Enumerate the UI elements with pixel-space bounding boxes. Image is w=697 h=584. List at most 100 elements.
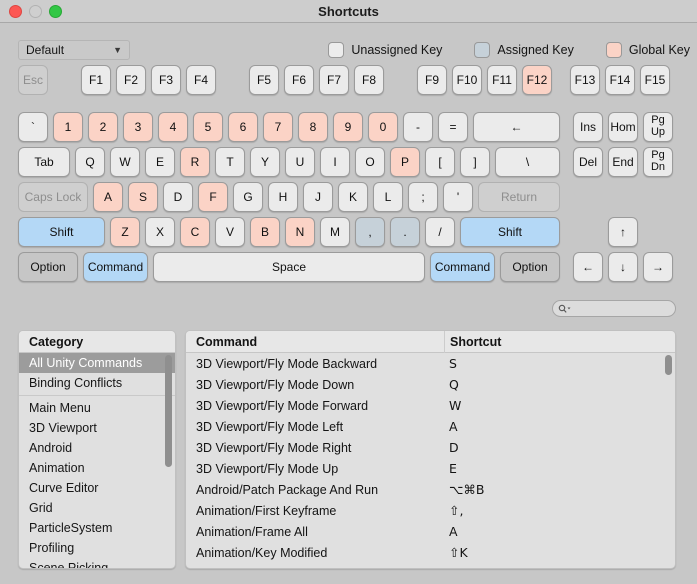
key-f13[interactable]: F13 — [570, 65, 600, 95]
key-7[interactable]: 7 — [263, 112, 293, 142]
key-arrow-left[interactable]: ← — [573, 252, 603, 282]
key-f9[interactable]: F9 — [417, 65, 447, 95]
key-ins[interactable]: Ins — [573, 112, 603, 142]
category-item-all-unity-commands[interactable]: All Unity Commands — [19, 353, 175, 373]
key-semicolon[interactable]: ; — [408, 182, 438, 212]
key-comma[interactable]: , — [355, 217, 385, 247]
table-row[interactable]: Animation/Key Modified⇧K — [186, 542, 675, 563]
key-c[interactable]: C — [180, 217, 210, 247]
key-f12[interactable]: F12 — [522, 65, 552, 95]
category-item-curve-editor[interactable]: Curve Editor — [19, 478, 175, 498]
key-q[interactable]: Q — [75, 147, 105, 177]
key-a[interactable]: A — [93, 182, 123, 212]
category-item-profiling[interactable]: Profiling — [19, 538, 175, 558]
key-j[interactable]: J — [303, 182, 333, 212]
key-minus[interactable]: - — [403, 112, 433, 142]
key-equals[interactable]: = — [438, 112, 468, 142]
key-r[interactable]: R — [180, 147, 210, 177]
key-m[interactable]: M — [320, 217, 350, 247]
key-w[interactable]: W — [110, 147, 140, 177]
key-o[interactable]: O — [355, 147, 385, 177]
key-h[interactable]: H — [268, 182, 298, 212]
key-f15[interactable]: F15 — [640, 65, 670, 95]
key-l[interactable]: L — [373, 182, 403, 212]
key-option[interactable]: Option — [18, 252, 78, 282]
search-field[interactable] — [552, 300, 676, 317]
key-f[interactable]: F — [198, 182, 228, 212]
key-z[interactable]: Z — [110, 217, 140, 247]
category-item-grid[interactable]: Grid — [19, 498, 175, 518]
category-item-main-menu[interactable]: Main Menu — [19, 398, 175, 418]
table-row[interactable]: Animation/First Keyframe⇧, — [186, 500, 675, 521]
category-item-particlesystem[interactable]: ParticleSystem — [19, 518, 175, 538]
table-row[interactable]: 3D Viewport/Fly Mode BackwardS — [186, 353, 675, 374]
table-row[interactable]: Animation/Frame AllA — [186, 521, 675, 542]
key-s[interactable]: S — [128, 182, 158, 212]
key-f10[interactable]: F10 — [452, 65, 482, 95]
key-bracket-left[interactable]: [ — [425, 147, 455, 177]
key-end[interactable]: End — [608, 147, 638, 177]
column-header-shortcut[interactable]: Shortcut — [444, 331, 675, 353]
search-input[interactable] — [572, 303, 662, 315]
key-i[interactable]: I — [320, 147, 350, 177]
key-backtick[interactable]: ` — [18, 112, 48, 142]
key-bracket-right[interactable]: ] — [460, 147, 490, 177]
key-p[interactable]: P — [390, 147, 420, 177]
key-0[interactable]: 0 — [368, 112, 398, 142]
key-quote[interactable]: ' — [443, 182, 473, 212]
key-f11[interactable]: F11 — [487, 65, 517, 95]
key-pg-up[interactable]: Pg Up — [643, 112, 673, 142]
key-option[interactable]: Option — [500, 252, 560, 282]
close-button[interactable] — [9, 5, 22, 18]
category-scrollbar-thumb[interactable] — [165, 355, 172, 467]
key-command[interactable]: Command — [83, 252, 148, 282]
key-x[interactable]: X — [145, 217, 175, 247]
key-f1[interactable]: F1 — [81, 65, 111, 95]
key-b[interactable]: B — [250, 217, 280, 247]
zoom-button[interactable] — [49, 5, 62, 18]
key-shift[interactable]: Shift — [460, 217, 560, 247]
key-e[interactable]: E — [145, 147, 175, 177]
key-f5[interactable]: F5 — [249, 65, 279, 95]
minimize-button[interactable] — [29, 5, 42, 18]
key-arrow-left[interactable]: ← — [473, 112, 560, 142]
key-g[interactable]: G — [233, 182, 263, 212]
key-t[interactable]: T — [215, 147, 245, 177]
key-f4[interactable]: F4 — [186, 65, 216, 95]
key-pg-dn[interactable]: Pg Dn — [643, 147, 673, 177]
key-k[interactable]: K — [338, 182, 368, 212]
column-header-command[interactable]: Command — [186, 335, 444, 349]
key-backslash[interactable]: \ — [495, 147, 560, 177]
table-scrollbar-thumb[interactable] — [665, 355, 672, 375]
key-f14[interactable]: F14 — [605, 65, 635, 95]
key-d[interactable]: D — [163, 182, 193, 212]
category-item-android[interactable]: Android — [19, 438, 175, 458]
table-row[interactable]: Android/Patch Package And Run⌥⌘B — [186, 479, 675, 500]
key-4[interactable]: 4 — [158, 112, 188, 142]
key-space[interactable]: Space — [153, 252, 425, 282]
table-row[interactable]: 3D Viewport/Fly Mode RightD — [186, 437, 675, 458]
profile-dropdown[interactable]: Default ▼ — [18, 40, 130, 60]
key-n[interactable]: N — [285, 217, 315, 247]
table-row[interactable]: 3D Viewport/Fly Mode LeftA — [186, 416, 675, 437]
key-1[interactable]: 1 — [53, 112, 83, 142]
key-9[interactable]: 9 — [333, 112, 363, 142]
key-shift[interactable]: Shift — [18, 217, 105, 247]
category-item-binding-conflicts[interactable]: Binding Conflicts — [19, 373, 175, 393]
key-f2[interactable]: F2 — [116, 65, 146, 95]
key-arrow-up[interactable]: ↑ — [608, 217, 638, 247]
key-u[interactable]: U — [285, 147, 315, 177]
key-arrow-down[interactable]: ↓ — [608, 252, 638, 282]
table-row[interactable]: 3D Viewport/Fly Mode DownQ — [186, 374, 675, 395]
table-row[interactable]: 3D Viewport/Fly Mode ForwardW — [186, 395, 675, 416]
key-f3[interactable]: F3 — [151, 65, 181, 95]
key-2[interactable]: 2 — [88, 112, 118, 142]
key-y[interactable]: Y — [250, 147, 280, 177]
category-item-scene-picking[interactable]: Scene Picking — [19, 558, 175, 569]
key-arrow-right[interactable]: → — [643, 252, 673, 282]
table-row[interactable]: 3D Viewport/Fly Mode UpE — [186, 458, 675, 479]
category-item-animation[interactable]: Animation — [19, 458, 175, 478]
key-slash[interactable]: / — [425, 217, 455, 247]
key-f7[interactable]: F7 — [319, 65, 349, 95]
key-v[interactable]: V — [215, 217, 245, 247]
